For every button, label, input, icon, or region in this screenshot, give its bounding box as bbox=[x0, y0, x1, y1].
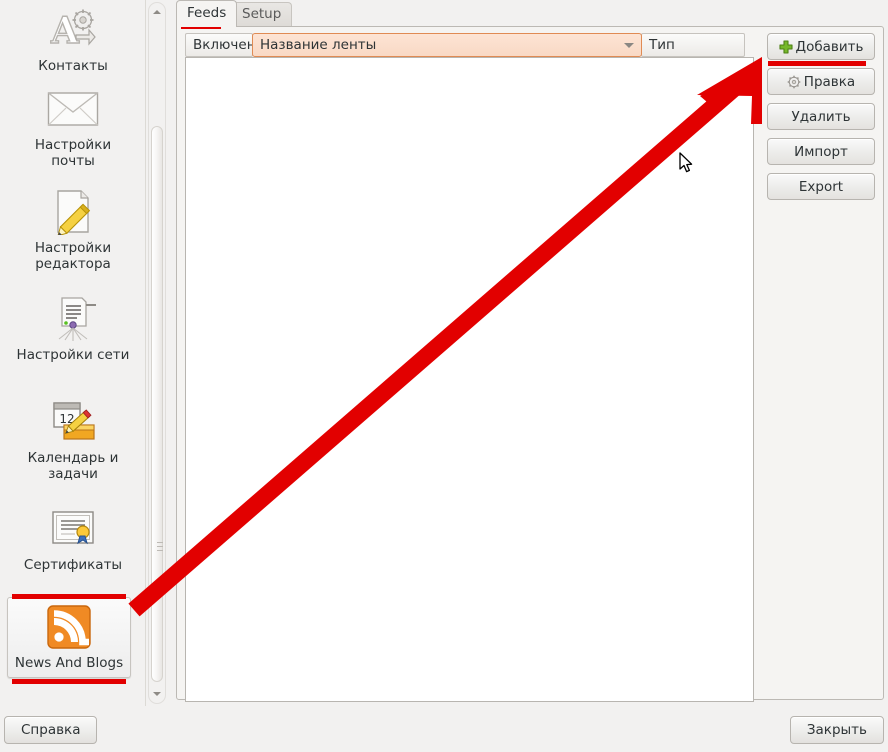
add-button[interactable]: Добавить bbox=[767, 33, 875, 60]
button-label: Импорт bbox=[794, 143, 848, 160]
sidebar-scrollbar[interactable] bbox=[148, 2, 166, 704]
sidebar-item-mail-settings[interactable]: Настройки почты bbox=[8, 85, 138, 169]
edit-button[interactable]: Правка bbox=[767, 68, 875, 95]
column-header-type[interactable]: Тип bbox=[641, 33, 745, 57]
column-header-enabled[interactable]: Включен bbox=[185, 33, 256, 57]
feeds-tab-page: Включен Название ленты Тип Добавить Прав… bbox=[176, 26, 884, 702]
sidebar-item-label: Настройки редактора bbox=[34, 240, 112, 272]
tab-feeds[interactable]: Feeds bbox=[176, 0, 238, 27]
tab-setup[interactable]: Setup bbox=[231, 2, 293, 26]
tab-label: Feeds bbox=[187, 5, 227, 21]
sidebar-item-label: Сертификаты bbox=[23, 557, 123, 573]
column-header-label: Тип bbox=[649, 37, 675, 53]
button-label: Удалить bbox=[791, 108, 851, 125]
gear-edit-icon bbox=[787, 75, 801, 89]
button-label: Правка bbox=[803, 73, 856, 90]
column-header-label: Название ленты bbox=[260, 37, 377, 53]
network-icon bbox=[8, 295, 138, 343]
contacts-icon: A bbox=[8, 6, 138, 54]
column-header-feed-name[interactable]: Название ленты bbox=[252, 33, 642, 57]
calendar-icon: 12 bbox=[8, 398, 138, 446]
tab-label: Setup bbox=[242, 6, 282, 22]
sidebar-item-news-and-blogs[interactable]: News And Blogs bbox=[7, 597, 131, 678]
export-button[interactable]: Export bbox=[767, 173, 875, 200]
delete-button[interactable]: Удалить bbox=[767, 103, 875, 130]
sort-descending-arrow-icon[interactable] bbox=[624, 42, 634, 48]
scrollbar-grip-icon bbox=[157, 542, 163, 551]
mouse-pointer-cursor bbox=[679, 152, 693, 173]
button-label: Export bbox=[798, 178, 844, 195]
feed-list-column-headers: Включен Название ленты Тип bbox=[185, 33, 745, 57]
preferences-dialog: A Контакты Настройки почты Настройки ред… bbox=[0, 0, 888, 752]
plus-add-icon bbox=[778, 39, 793, 54]
sidebar-item-label: News And Blogs bbox=[14, 655, 124, 671]
scrollbar-thumb[interactable] bbox=[151, 126, 163, 682]
button-label: Справка bbox=[21, 722, 81, 738]
feed-action-buttons: Добавить Правка Удалить Импорт Export bbox=[767, 33, 877, 208]
sidebar-item-label: Настройки почты bbox=[34, 137, 112, 169]
editor-pencil-icon bbox=[8, 188, 138, 236]
mail-envelope-icon bbox=[8, 85, 138, 133]
import-button[interactable]: Импорт bbox=[767, 138, 875, 165]
button-label: Добавить bbox=[795, 38, 864, 55]
scroll-down-arrow-icon[interactable] bbox=[149, 686, 165, 702]
scroll-up-arrow-icon[interactable] bbox=[149, 4, 165, 20]
sidebar-item-certificates[interactable]: Сертификаты bbox=[8, 505, 138, 573]
feed-list[interactable] bbox=[185, 57, 754, 702]
sidebar-item-calendar-tasks[interactable]: 12 Календарь и задачи bbox=[8, 398, 138, 482]
dialog-footer: Справка Закрыть bbox=[0, 706, 888, 752]
preferences-sidebar: A Контакты Настройки почты Настройки ред… bbox=[0, 0, 146, 706]
sidebar-item-network-settings[interactable]: Настройки сети bbox=[8, 295, 138, 363]
sidebar-item-label: Контакты bbox=[38, 58, 108, 74]
sidebar-item-contacts[interactable]: A Контакты bbox=[8, 6, 138, 74]
certificate-icon bbox=[8, 505, 138, 553]
column-header-label: Включен bbox=[193, 37, 256, 53]
close-button[interactable]: Закрыть bbox=[789, 716, 884, 744]
sidebar-item-label: Настройки сети bbox=[16, 347, 130, 363]
help-button[interactable]: Справка bbox=[4, 716, 98, 744]
main-panel: Feeds Setup Включен Название ленты Тип Д… bbox=[172, 0, 888, 706]
sidebar-item-editor-settings[interactable]: Настройки редактора bbox=[8, 188, 138, 272]
sidebar-item-label: Календарь и задачи bbox=[27, 450, 119, 482]
button-label: Закрыть bbox=[806, 722, 867, 738]
rss-feed-icon bbox=[8, 603, 130, 651]
